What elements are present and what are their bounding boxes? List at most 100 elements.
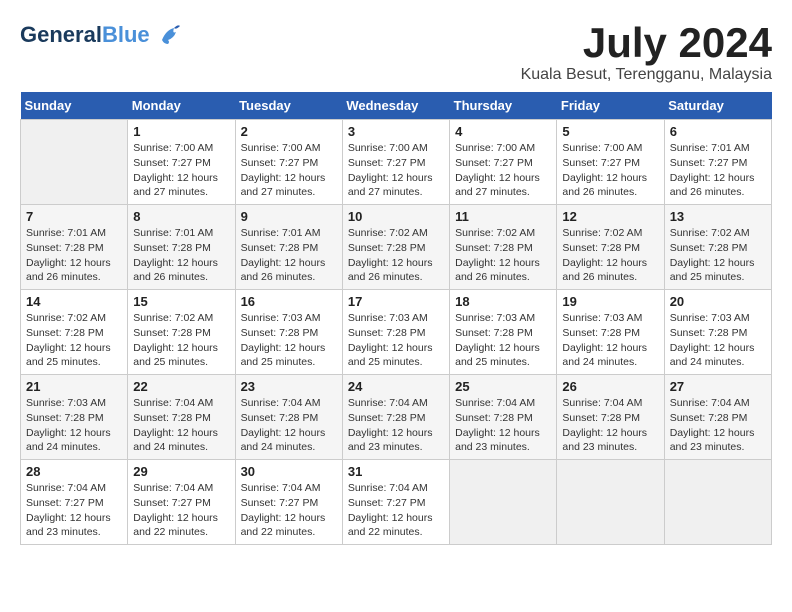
calendar-cell: 20 Sunrise: 7:03 AM Sunset: 7:28 PM Dayli…: [664, 290, 771, 375]
day-number: 16: [241, 294, 337, 309]
calendar-cell: 17Sunrise: 7:03 AM Sunset: 7:28 PM Dayli…: [342, 290, 449, 375]
calendar-header-row: SundayMondayTuesdayWednesdayThursdayFrid…: [21, 92, 772, 120]
day-info: Sunrise: 7:00 AM Sunset: 7:27 PM Dayligh…: [455, 141, 551, 200]
day-number: 22: [133, 379, 229, 394]
month-year-title: July 2024: [521, 20, 772, 66]
day-number: 3: [348, 124, 444, 139]
calendar-cell: [21, 120, 128, 205]
header-monday: Monday: [128, 92, 235, 120]
calendar-cell: 8Sunrise: 7:01 AM Sunset: 7:28 PM Daylig…: [128, 205, 235, 290]
day-number: 2: [241, 124, 337, 139]
calendar-cell: 18 Sunrise: 7:03 AM Sunset: 7:28 PM Dayli…: [450, 290, 557, 375]
day-number: 10: [348, 209, 444, 224]
day-number: 5: [562, 124, 658, 139]
calendar-table: SundayMondayTuesdayWednesdayThursdayFrid…: [20, 92, 772, 545]
calendar-cell: [557, 460, 664, 545]
day-info: Sunrise: 7:01 AM Sunset: 7:27 PM Dayligh…: [670, 141, 766, 200]
calendar-cell: 31 Sunrise: 7:04 AM Sunset: 7:27 PM Dayli…: [342, 460, 449, 545]
calendar-cell: 23 Sunrise: 7:04 AM Sunset: 7:28 PM Dayli…: [235, 375, 342, 460]
calendar-cell: 5 Sunrise: 7:00 AM Sunset: 7:27 PM Daylig…: [557, 120, 664, 205]
calendar-cell: 16Sunrise: 7:03 AM Sunset: 7:28 PM Dayli…: [235, 290, 342, 375]
calendar-cell: 19 Sunrise: 7:03 AM Sunset: 7:28 PM Dayli…: [557, 290, 664, 375]
day-info: Sunrise: 7:02 AM Sunset: 7:28 PM Dayligh…: [670, 226, 766, 285]
day-number: 14: [26, 294, 122, 309]
calendar-cell: 28 Sunrise: 7:04 AM Sunset: 7:27 PM Dayli…: [21, 460, 128, 545]
day-info: Sunrise: 7:04 AM Sunset: 7:27 PM Dayligh…: [348, 481, 444, 540]
day-number: 9: [241, 209, 337, 224]
calendar-cell: 24 Sunrise: 7:04 AM Sunset: 7:28 PM Dayli…: [342, 375, 449, 460]
day-info: Sunrise: 7:03 AM Sunset: 7:28 PM Dayligh…: [26, 396, 122, 455]
calendar-cell: 30 Sunrise: 7:04 AM Sunset: 7:27 PM Dayli…: [235, 460, 342, 545]
day-number: 30: [241, 464, 337, 479]
calendar-cell: 22 Sunrise: 7:04 AM Sunset: 7:28 PM Dayli…: [128, 375, 235, 460]
calendar-cell: 12 Sunrise: 7:02 AM Sunset: 7:28 PM Dayli…: [557, 205, 664, 290]
day-info: Sunrise: 7:01 AM Sunset: 7:28 PM Dayligh…: [241, 226, 337, 285]
calendar-cell: 2 Sunrise: 7:00 AM Sunset: 7:27 PM Daylig…: [235, 120, 342, 205]
day-number: 31: [348, 464, 444, 479]
day-info: Sunrise: 7:04 AM Sunset: 7:27 PM Dayligh…: [133, 481, 229, 540]
day-number: 11: [455, 209, 551, 224]
day-number: 24: [348, 379, 444, 394]
calendar-cell: [450, 460, 557, 545]
day-info: Sunrise: 7:03 AM Sunset: 7:28 PM Dayligh…: [670, 311, 766, 370]
day-number: 28: [26, 464, 122, 479]
day-info: Sunrise: 7:01 AM Sunset: 7:28 PM Dayligh…: [26, 226, 122, 285]
day-number: 13: [670, 209, 766, 224]
day-info: Sunrise: 7:03 AM Sunset: 7:28 PM Dayligh…: [348, 311, 444, 370]
calendar-cell: 3 Sunrise: 7:00 AM Sunset: 7:27 PM Daylig…: [342, 120, 449, 205]
day-info: Sunrise: 7:04 AM Sunset: 7:28 PM Dayligh…: [455, 396, 551, 455]
day-info: Sunrise: 7:00 AM Sunset: 7:27 PM Dayligh…: [348, 141, 444, 200]
day-number: 1: [133, 124, 229, 139]
day-info: Sunrise: 7:04 AM Sunset: 7:28 PM Dayligh…: [562, 396, 658, 455]
day-info: Sunrise: 7:00 AM Sunset: 7:27 PM Dayligh…: [241, 141, 337, 200]
day-info: Sunrise: 7:00 AM Sunset: 7:27 PM Dayligh…: [133, 141, 229, 200]
header-saturday: Saturday: [664, 92, 771, 120]
day-info: Sunrise: 7:04 AM Sunset: 7:27 PM Dayligh…: [241, 481, 337, 540]
day-number: 25: [455, 379, 551, 394]
location-subtitle: Kuala Besut, Terengganu, Malaysia: [521, 66, 772, 84]
day-info: Sunrise: 7:00 AM Sunset: 7:27 PM Dayligh…: [562, 141, 658, 200]
logo-blue: Blue: [102, 22, 150, 47]
day-info: Sunrise: 7:04 AM Sunset: 7:28 PM Dayligh…: [348, 396, 444, 455]
calendar-week-row: 1 Sunrise: 7:00 AM Sunset: 7:27 PM Daylig…: [21, 120, 772, 205]
day-info: Sunrise: 7:02 AM Sunset: 7:28 PM Dayligh…: [348, 226, 444, 285]
day-info: Sunrise: 7:02 AM Sunset: 7:28 PM Dayligh…: [562, 226, 658, 285]
day-info: Sunrise: 7:04 AM Sunset: 7:28 PM Dayligh…: [241, 396, 337, 455]
calendar-cell: [664, 460, 771, 545]
day-number: 20: [670, 294, 766, 309]
day-number: 23: [241, 379, 337, 394]
calendar-cell: 6 Sunrise: 7:01 AM Sunset: 7:27 PM Daylig…: [664, 120, 771, 205]
day-info: Sunrise: 7:03 AM Sunset: 7:28 PM Dayligh…: [455, 311, 551, 370]
calendar-cell: 9 Sunrise: 7:01 AM Sunset: 7:28 PM Daylig…: [235, 205, 342, 290]
day-info: Sunrise: 7:02 AM Sunset: 7:28 PM Dayligh…: [455, 226, 551, 285]
day-number: 21: [26, 379, 122, 394]
calendar-cell: 14Sunrise: 7:02 AM Sunset: 7:28 PM Dayli…: [21, 290, 128, 375]
day-number: 12: [562, 209, 658, 224]
calendar-week-row: 28 Sunrise: 7:04 AM Sunset: 7:27 PM Dayli…: [21, 460, 772, 545]
calendar-cell: 4Sunrise: 7:00 AM Sunset: 7:27 PM Daylig…: [450, 120, 557, 205]
title-section: July 2024 Kuala Besut, Terengganu, Malay…: [521, 20, 772, 84]
day-number: 27: [670, 379, 766, 394]
calendar-cell: 25 Sunrise: 7:04 AM Sunset: 7:28 PM Dayli…: [450, 375, 557, 460]
calendar-cell: 1 Sunrise: 7:00 AM Sunset: 7:27 PM Daylig…: [128, 120, 235, 205]
logo-general: General: [20, 22, 102, 47]
day-info: Sunrise: 7:03 AM Sunset: 7:28 PM Dayligh…: [562, 311, 658, 370]
page-header: GeneralBlue July 2024 Kuala Besut, Teren…: [20, 20, 772, 84]
day-number: 19: [562, 294, 658, 309]
day-number: 18: [455, 294, 551, 309]
day-number: 26: [562, 379, 658, 394]
day-info: Sunrise: 7:04 AM Sunset: 7:28 PM Dayligh…: [133, 396, 229, 455]
day-info: Sunrise: 7:04 AM Sunset: 7:27 PM Dayligh…: [26, 481, 122, 540]
calendar-week-row: 21 Sunrise: 7:03 AM Sunset: 7:28 PM Dayli…: [21, 375, 772, 460]
logo: GeneralBlue: [20, 20, 184, 50]
calendar-cell: 27Sunrise: 7:04 AM Sunset: 7:28 PM Dayli…: [664, 375, 771, 460]
header-friday: Friday: [557, 92, 664, 120]
calendar-cell: 21 Sunrise: 7:03 AM Sunset: 7:28 PM Dayli…: [21, 375, 128, 460]
calendar-week-row: 7 Sunrise: 7:01 AM Sunset: 7:28 PM Daylig…: [21, 205, 772, 290]
day-number: 8: [133, 209, 229, 224]
calendar-cell: 11 Sunrise: 7:02 AM Sunset: 7:28 PM Dayli…: [450, 205, 557, 290]
day-number: 6: [670, 124, 766, 139]
day-info: Sunrise: 7:02 AM Sunset: 7:28 PM Dayligh…: [133, 311, 229, 370]
header-sunday: Sunday: [21, 92, 128, 120]
day-number: 7: [26, 209, 122, 224]
